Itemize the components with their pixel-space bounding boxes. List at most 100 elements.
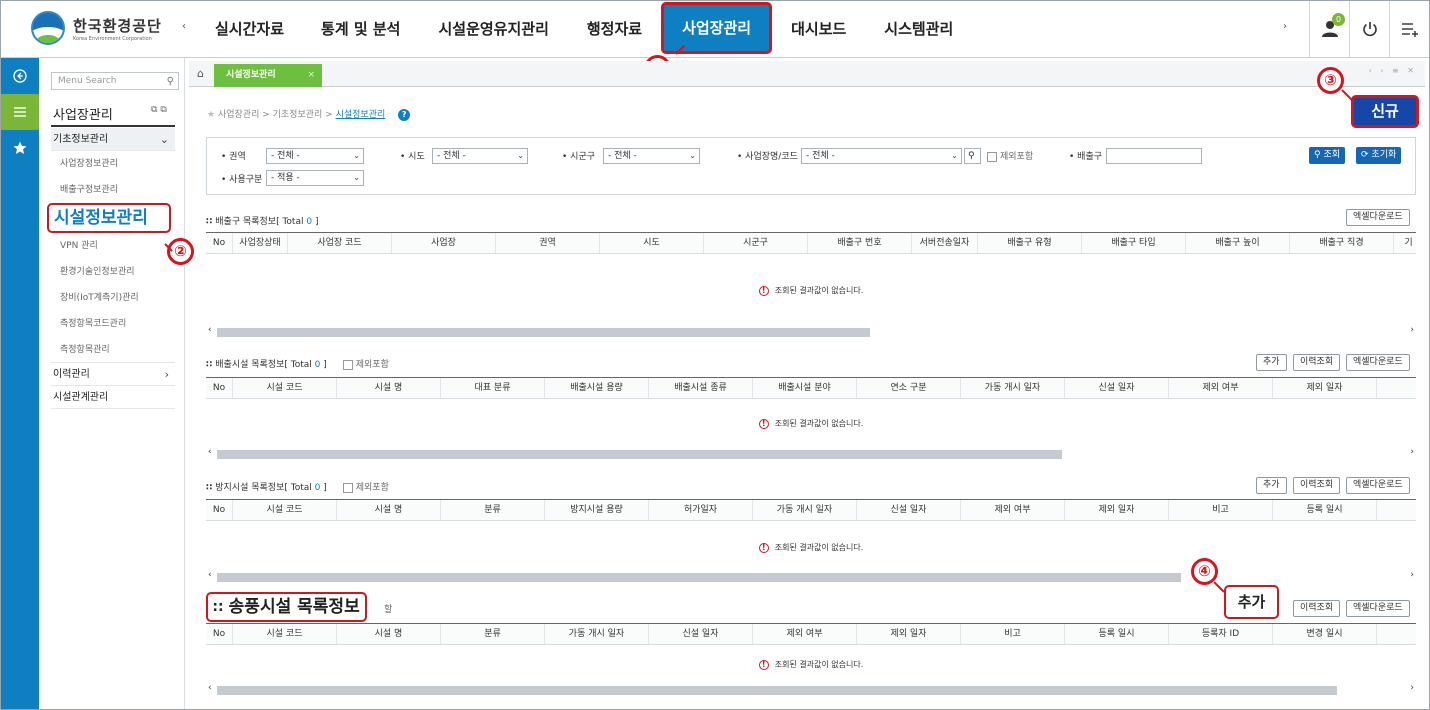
column-header[interactable]: 제외 일자 xyxy=(857,624,961,644)
expand-all-icon[interactable]: ⧉ xyxy=(151,105,157,115)
column-header[interactable]: No xyxy=(206,378,233,398)
column-header[interactable]: 사업장 코드 xyxy=(288,233,392,253)
column-header[interactable]: 서버전송일자 xyxy=(912,233,978,253)
column-header[interactable]: 제외 여부 xyxy=(1169,378,1273,398)
prevention-add-button[interactable]: 추가 xyxy=(1256,477,1287,494)
emission-add-button[interactable]: 추가 xyxy=(1256,354,1287,371)
nav-item-statistics[interactable]: 통계 및 분석 xyxy=(302,1,419,57)
nav-item-system-management[interactable]: 시스템관리 xyxy=(865,1,972,57)
column-header[interactable]: 배출구 높이 xyxy=(1186,233,1290,253)
menu-add-button[interactable] xyxy=(1389,1,1429,57)
logout-button[interactable] xyxy=(1349,1,1389,57)
prevention-history-button[interactable]: 이력조회 xyxy=(1293,477,1341,494)
column-header[interactable]: 시설 명 xyxy=(337,500,441,520)
blower-history-button[interactable]: 이력조회 xyxy=(1293,600,1341,617)
column-header[interactable]: 방지시설 용량 xyxy=(545,500,649,520)
nav-item-facility-maintenance[interactable]: 시설운영유지관리 xyxy=(419,1,567,57)
sidebar-item-measure-items[interactable]: 측정항목관리 xyxy=(51,337,175,363)
column-header[interactable]: 분류 xyxy=(441,500,545,520)
exclude-checkbox[interactable]: 제외포함 xyxy=(987,149,1033,162)
search-icon[interactable]: ⚲ xyxy=(167,74,174,90)
user-button[interactable]: 0 xyxy=(1309,1,1349,57)
sidebar-item-env-technician[interactable]: 환경기술인정보관리 xyxy=(51,259,175,285)
column-header[interactable]: 비고 xyxy=(961,624,1065,644)
column-header[interactable]: 제외 여부 xyxy=(753,624,857,644)
menu-search-input[interactable]: Menu Search ⚲ xyxy=(51,72,179,90)
sidebar-item-facility-info[interactable]: 시설정보관리 xyxy=(47,203,171,233)
nav-item-admin-data[interactable]: 행정자료 xyxy=(568,1,661,57)
search-button[interactable]: ⚲ 조회 xyxy=(1309,147,1346,164)
outlet-input[interactable] xyxy=(1106,148,1202,164)
nav-item-dashboard[interactable]: 대시보드 xyxy=(772,1,865,57)
column-header[interactable]: 비고 xyxy=(1169,500,1273,520)
column-header[interactable]: 배출구 직경 xyxy=(1290,233,1394,253)
sidebar-group-facility-relation[interactable]: 시설관계관리 xyxy=(51,386,175,409)
sidebar-item-iot-devices[interactable]: 장비(IoT계측기)관리 xyxy=(51,285,175,311)
column-header[interactable]: 허가일자 xyxy=(649,500,753,520)
nav-item-realtime[interactable]: 실시간자료 xyxy=(197,1,302,57)
sidebar-item-workplace-info[interactable]: 사업장정보관리 xyxy=(51,151,175,177)
column-header[interactable]: 신설 일자 xyxy=(649,624,753,644)
home-icon[interactable]: ⌂ xyxy=(197,67,204,80)
sidebar-group-history[interactable]: 이력관리 › xyxy=(51,363,175,386)
column-header[interactable]: 기 xyxy=(1394,233,1416,253)
column-header[interactable]: 배출시설 분야 xyxy=(753,378,857,398)
column-header[interactable]: 배출구 유형 xyxy=(978,233,1082,253)
column-header[interactable]: 연소 구분 xyxy=(857,378,961,398)
column-header[interactable]: 분류 xyxy=(441,624,545,644)
column-header[interactable]: 대표 분류 xyxy=(441,378,545,398)
column-header[interactable]: 사업장상태 xyxy=(233,233,288,253)
column-header[interactable]: 제외 일자 xyxy=(1065,500,1169,520)
column-header[interactable]: 가동 개시 일자 xyxy=(545,624,649,644)
column-header[interactable]: 제외 여부 xyxy=(961,500,1065,520)
outlet-excel-button[interactable]: 엑셀다운로드 xyxy=(1346,209,1410,226)
outlet-scrollbar[interactable]: ‹ › xyxy=(206,325,1416,338)
column-header[interactable]: 시설 명 xyxy=(337,624,441,644)
collapse-all-icon[interactable]: ⧉ xyxy=(160,105,166,115)
emission-history-button[interactable]: 이력조회 xyxy=(1293,354,1341,371)
sidebar-item-vpn[interactable]: VPN 관리 xyxy=(51,233,175,259)
nav-prev-arrow-icon[interactable]: ‹ xyxy=(182,21,186,32)
help-icon[interactable]: ? xyxy=(398,109,411,121)
column-header[interactable]: 제외 일자 xyxy=(1273,378,1377,398)
column-header[interactable]: 등록 일시 xyxy=(1273,500,1377,520)
column-header[interactable]: 시설 코드 xyxy=(233,624,337,644)
rail-menu-button[interactable] xyxy=(1,94,39,130)
blower-excel-button[interactable]: 엑셀다운로드 xyxy=(1346,600,1410,617)
rail-favorites-button[interactable] xyxy=(1,130,39,166)
column-header[interactable]: 등록자 ID xyxy=(1169,624,1273,644)
emission-scrollbar[interactable]: ‹ › xyxy=(206,447,1416,460)
column-header[interactable]: 배출구 번호 xyxy=(808,233,912,253)
column-header[interactable]: 변경 일시 xyxy=(1273,624,1377,644)
column-header[interactable]: 배출구 타입 xyxy=(1082,233,1186,253)
new-button[interactable]: 신규 xyxy=(1351,95,1419,128)
column-header[interactable]: 시군구 xyxy=(704,233,808,253)
region-select[interactable]: - 전체 - ⌄ xyxy=(266,148,364,164)
site-select[interactable]: - 전체 - ⌄ xyxy=(801,148,962,164)
column-header[interactable]: No xyxy=(206,500,233,520)
column-header[interactable]: 권역 xyxy=(496,233,600,253)
rail-back-button[interactable] xyxy=(1,58,39,94)
column-header[interactable]: 가동 개시 일자 xyxy=(753,500,857,520)
blower-scrollbar[interactable]: ‹ › xyxy=(206,683,1416,696)
column-header[interactable]: 시설 코드 xyxy=(233,500,337,520)
emission-excel-button[interactable]: 엑셀다운로드 xyxy=(1346,354,1410,371)
column-header[interactable]: No xyxy=(206,624,233,644)
column-header[interactable]: 배출시설 용량 xyxy=(545,378,649,398)
sidebar-item-outlet-info[interactable]: 배출구정보관리 xyxy=(51,177,175,203)
close-icon[interactable]: × xyxy=(307,64,315,87)
tab-tools[interactable]: ‹ › ≡ ✕ xyxy=(1369,66,1417,75)
column-header[interactable]: 배출시설 종류 xyxy=(649,378,753,398)
site-search-button[interactable]: ⚲ xyxy=(964,148,981,164)
prevention-exclude-checkbox[interactable]: 제외포함 xyxy=(342,482,389,493)
prevention-excel-button[interactable]: 엑셀다운로드 xyxy=(1346,477,1410,494)
usage-select[interactable]: - 적용 - ⌄ xyxy=(266,170,364,186)
nav-item-workplace-management[interactable]: 사업장관리 xyxy=(661,2,773,54)
sidebar-group-basic-info[interactable]: 기초정보관리 ⌄ xyxy=(51,128,175,151)
column-header[interactable]: 신설 일자 xyxy=(857,500,961,520)
breadcrumb-current[interactable]: 시설정보관리 xyxy=(336,110,386,120)
prevention-scrollbar[interactable]: ‹ › xyxy=(206,570,1416,583)
brand-logo[interactable]: 한국환경공단 Korea Environment Corporation xyxy=(31,11,162,45)
column-header[interactable]: No xyxy=(206,233,233,253)
sidebar-item-measure-code[interactable]: 측정항목코드관리 xyxy=(51,311,175,337)
